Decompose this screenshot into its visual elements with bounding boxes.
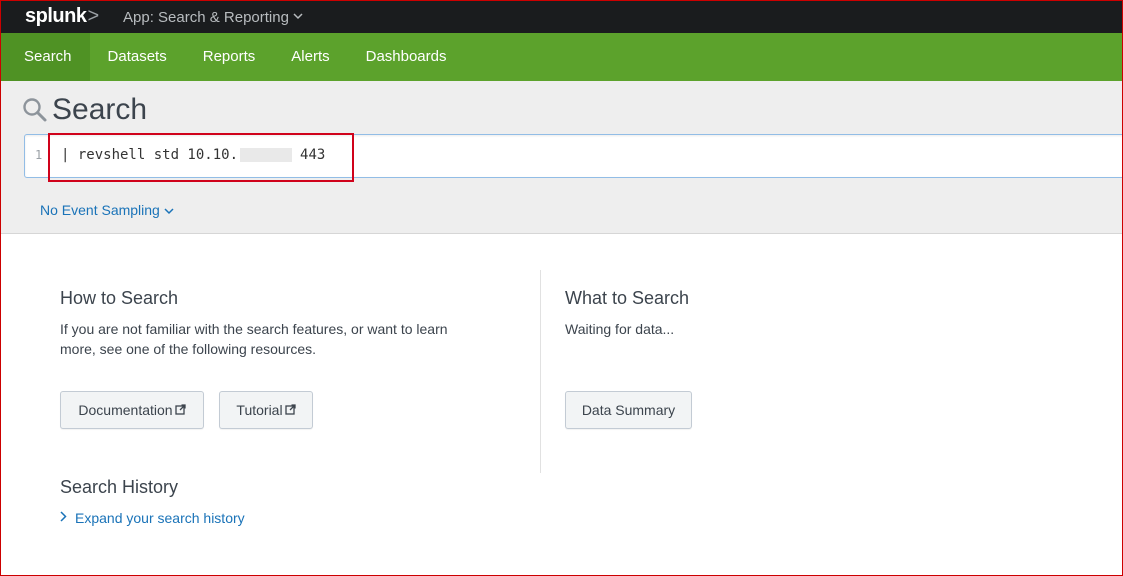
search-icon [22,97,48,123]
external-link-icon [284,402,296,418]
documentation-label: Documentation [78,402,173,418]
tutorial-button[interactable]: Tutorial [219,391,313,429]
event-sampling-label: No Event Sampling [40,202,160,218]
app-nav-bar: Search Datasets Reports Alerts Dashboard… [0,33,1123,81]
query-suffix: 443 [300,147,326,163]
nav-item-dashboards[interactable]: Dashboards [348,33,465,81]
page-title-text: Search [52,93,148,126]
documentation-button[interactable]: Documentation [60,391,204,429]
search-history-heading: Search History [60,477,179,497]
search-query[interactable]: | revshell std 10.10. 443 [61,147,325,163]
splunk-logo[interactable]: splunk> [25,5,99,28]
how-to-search-text: If you are not familiar with the search … [60,321,448,357]
nav-item-datasets[interactable]: Datasets [90,33,185,81]
data-summary-button[interactable]: Data Summary [565,391,692,429]
how-to-search-heading: How to Search [60,288,179,308]
event-sampling-dropdown[interactable]: No Event Sampling [40,202,174,218]
search-header: Search 1 | revshell std 10.10. 443 No Eve… [0,81,1123,234]
expand-history-label: Expand your search history [75,510,245,526]
top-bar: splunk> App: Search & Reporting [0,0,1123,33]
nav-item-reports[interactable]: Reports [185,33,274,81]
page-title: Search [22,93,147,127]
app-menu[interactable]: App: Search & Reporting [123,9,303,26]
query-prefix: | revshell std 10.10. [61,147,239,163]
logo-text: splunk [25,5,87,27]
expand-history-link[interactable]: Expand your search history [60,510,245,526]
app-menu-label: App: Search & Reporting [123,9,289,26]
line-number: 1 [35,148,43,162]
what-to-search-heading: What to Search [565,288,690,308]
chevron-down-icon [293,11,303,23]
chevron-right-icon [60,511,67,525]
column-divider [540,270,541,473]
chevron-down-icon [164,202,174,218]
tutorial-label: Tutorial [236,402,283,418]
redacted-ip-block [240,148,293,162]
nav-item-search[interactable]: Search [0,33,90,81]
logo-chevron: > [87,5,99,27]
what-to-search-status: Waiting for data... [565,321,675,337]
nav-item-alerts[interactable]: Alerts [273,33,347,81]
external-link-icon [174,402,186,418]
search-input[interactable]: 1 | revshell std 10.10. 443 [24,134,1123,178]
